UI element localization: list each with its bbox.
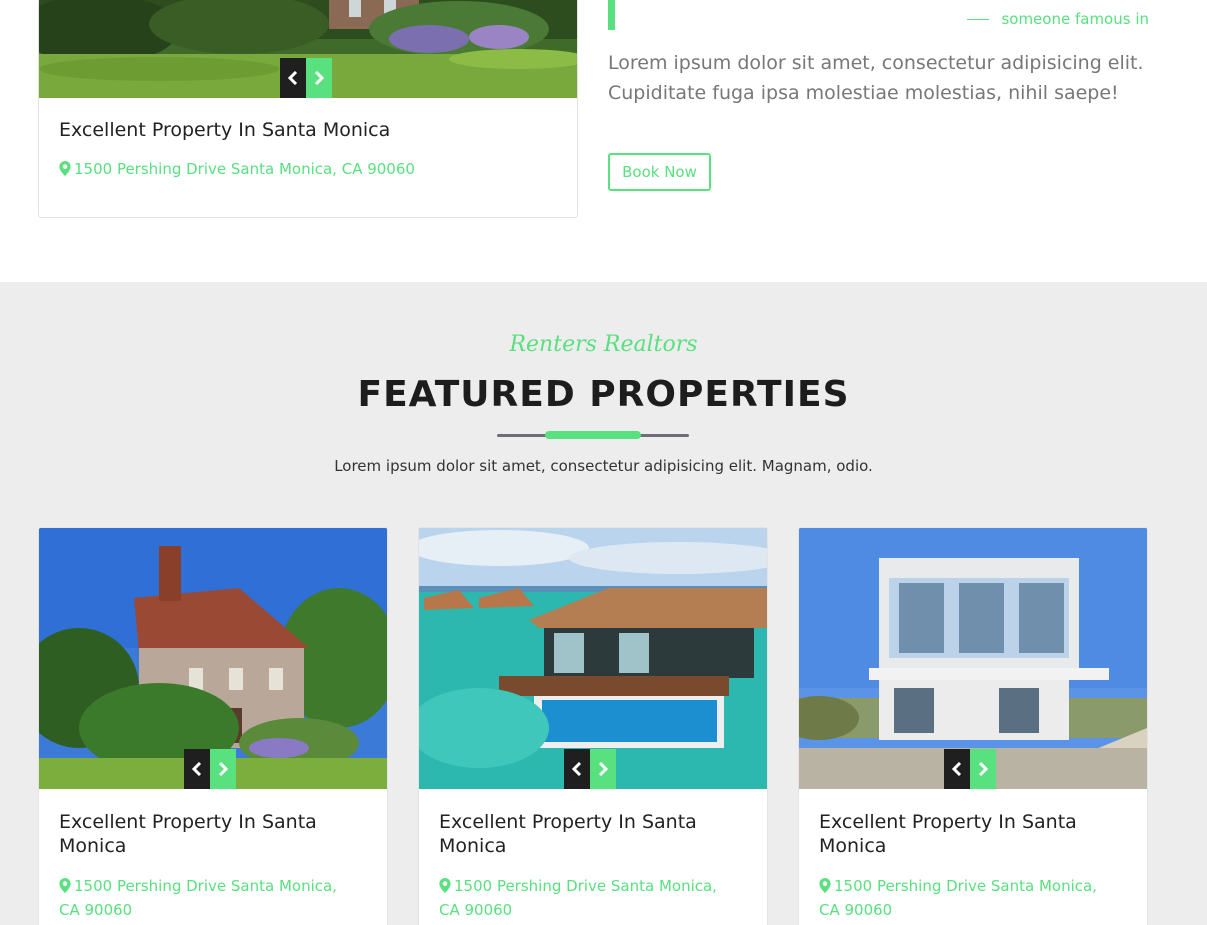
section-subtitle: Renters Realtors <box>509 332 698 357</box>
slider-next-button[interactable] <box>306 58 332 98</box>
slider-next-button[interactable] <box>210 749 236 789</box>
chevron-left-icon <box>951 762 962 776</box>
chevron-right-icon <box>314 71 325 85</box>
property-card[interactable]: Excellent Property In Santa Monica 1500 … <box>798 527 1148 925</box>
slider-prev-button[interactable] <box>184 749 210 789</box>
address-text: 1500 Pershing Drive Santa Monica, CA 900… <box>74 160 415 178</box>
chevron-left-icon <box>191 762 202 776</box>
slider-prev-button[interactable] <box>564 749 590 789</box>
slider-prev-button[interactable] <box>944 749 970 789</box>
map-marker-icon <box>439 878 451 893</box>
featured-properties-section: Renters Realtors FEATURED PROPERTIES Lor… <box>0 282 1207 925</box>
map-marker-icon <box>819 878 831 893</box>
property-title[interactable]: Excellent Property In Santa Monica <box>819 810 1119 858</box>
address-text: 1500 Pershing Drive Santa Monica, CA 900… <box>439 877 717 919</box>
image-slider-controls <box>564 749 616 789</box>
map-marker-icon <box>59 878 71 893</box>
section-description: Lorem ipsum dolor sit amet, consectetur … <box>334 457 873 475</box>
quote-accent-bar <box>608 0 615 30</box>
image-slider-controls <box>944 749 996 789</box>
about-paragraph: Lorem ipsum dolor sit amet, consectetur … <box>608 52 1144 104</box>
property-title[interactable]: Excellent Property In Santa Monica <box>59 119 390 141</box>
chevron-right-icon <box>598 762 609 776</box>
property-title[interactable]: Excellent Property In Santa Monica <box>439 810 739 858</box>
address-text: 1500 Pershing Drive Santa Monica, CA 900… <box>819 877 1097 919</box>
slider-next-button[interactable] <box>970 749 996 789</box>
chevron-right-icon <box>218 762 229 776</box>
property-card[interactable]: Excellent Property In Santa Monica 1500 … <box>38 527 388 925</box>
image-slider-controls <box>184 749 236 789</box>
property-address: 1500 Pershing Drive Santa Monica, CA 900… <box>819 874 1119 922</box>
chevron-left-icon <box>287 71 298 85</box>
about-section: Excellent Property In Santa Monica 1500 … <box>0 0 1207 282</box>
property-title[interactable]: Excellent Property In Santa Monica <box>59 810 359 858</box>
quote-author: someone famous in <box>967 10 1149 28</box>
property-card[interactable]: Excellent Property In Santa Monica 1500 … <box>38 0 578 218</box>
book-now-button[interactable]: Book Now <box>608 153 711 191</box>
image-slider-controls <box>280 58 332 98</box>
address-text: 1500 Pershing Drive Santa Monica, CA 900… <box>59 877 337 919</box>
slider-next-button[interactable] <box>590 749 616 789</box>
chevron-left-icon <box>571 762 582 776</box>
map-marker-icon <box>59 161 71 176</box>
divider-accent <box>545 431 641 439</box>
property-card[interactable]: Excellent Property In Santa Monica 1500 … <box>418 527 768 925</box>
heading-divider <box>497 431 689 439</box>
chevron-right-icon <box>978 762 989 776</box>
property-address: 1500 Pershing Drive Santa Monica, CA 900… <box>439 874 739 922</box>
slider-prev-button[interactable] <box>280 58 306 98</box>
section-heading: FEATURED PROPERTIES <box>357 374 850 415</box>
property-address: 1500 Pershing Drive Santa Monica, CA 900… <box>59 160 415 178</box>
property-address: 1500 Pershing Drive Santa Monica, CA 900… <box>59 874 359 922</box>
